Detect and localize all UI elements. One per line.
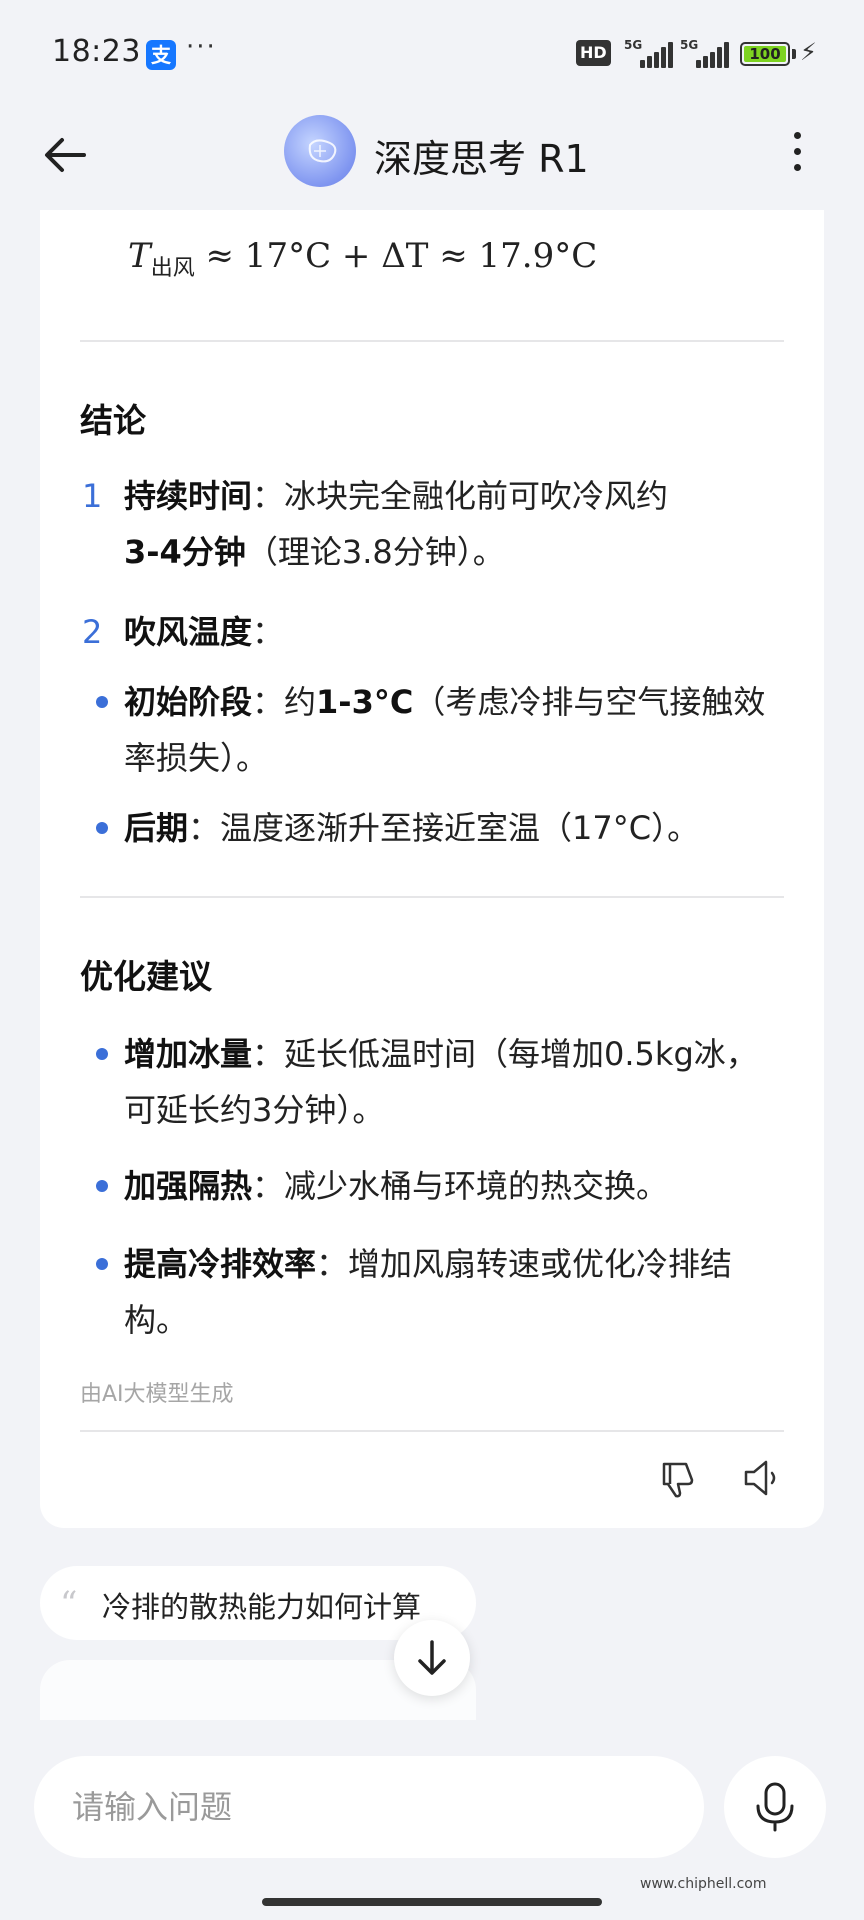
bullet-dot — [96, 1048, 108, 1060]
bullet-dot — [96, 696, 108, 708]
conclusion-item-duration: 持续时间：冰块完全融化前可吹冷风约 3-4分钟（理论3.8分钟）。 — [124, 468, 784, 580]
chat-header: 深度思考 R1 — [0, 110, 864, 200]
back-arrow-icon — [45, 138, 86, 172]
section-divider — [80, 896, 784, 898]
outlet-temperature-formula: T出风 ≈ 17°C + ΔT ≈ 17.9°C — [128, 236, 597, 282]
item-label: 初始阶段 — [124, 683, 253, 721]
question-input-box[interactable] — [34, 1756, 704, 1858]
charging-icon: ⚡ — [800, 38, 817, 66]
item-text-2: （理论3.8分钟）。 — [245, 533, 505, 571]
item-text: ： — [252, 613, 285, 651]
arrow-down-icon — [418, 1640, 446, 1675]
formula-variable: T — [128, 236, 151, 276]
watermark: www.chiphell.com — [640, 1876, 767, 1892]
item-label: 提高冷排效率 — [124, 1245, 317, 1283]
brain-avatar-icon — [284, 115, 356, 187]
list-number: 1 — [82, 477, 103, 515]
formula-rhs: ≈ 17°C + ΔT ≈ 17.9°C — [194, 236, 598, 276]
alipay-icon: 支 — [146, 40, 176, 70]
page-title: 深度思考 R1 — [374, 137, 589, 181]
bullet-dot — [96, 822, 108, 834]
item-label: 后期 — [124, 809, 189, 847]
bullet-dot — [96, 1258, 108, 1270]
battery-tip — [792, 49, 796, 59]
bullet-radiator-efficiency: 提高冷排效率：增加风扇转速或优化冷排结构。 — [124, 1236, 784, 1348]
home-indicator[interactable] — [262, 1898, 602, 1906]
more-menu-button[interactable] — [780, 128, 814, 178]
signal-icon-2 — [696, 42, 730, 68]
more-notifications-icon: ··· — [186, 32, 217, 62]
bullet-later-stage: 后期：温度逐渐升至接近室温（17°C）。 — [124, 800, 784, 856]
item-text: ：冰块完全融化前可吹冷风约 — [252, 477, 669, 515]
item-highlight: 3-4分钟 — [124, 533, 246, 571]
item-text: ：减少水桶与环境的热交换。 — [252, 1167, 669, 1205]
hd-voice-icon: HD — [576, 40, 611, 66]
scroll-to-bottom-button[interactable] — [394, 1620, 470, 1696]
status-bar: 18:23 支 ··· HD 5G 5G 100 ⚡ — [0, 0, 864, 110]
back-button[interactable] — [40, 130, 90, 180]
signal-icon — [640, 42, 674, 68]
conclusion-item-temperature: 吹风温度： — [124, 604, 784, 660]
microphone-icon — [756, 1782, 794, 1832]
bullet-initial-stage: 初始阶段：约1-3°C（考虑冷排与空气接触效率损失）。 — [124, 674, 784, 786]
voice-input-button[interactable] — [724, 1756, 826, 1858]
formula-subscript: 出风 — [150, 255, 195, 281]
actions-divider — [80, 1430, 784, 1432]
item-label: 持续时间 — [124, 477, 253, 515]
status-time: 18:23 — [52, 34, 141, 69]
dislike-button[interactable] — [656, 1456, 700, 1500]
conclusion-heading: 结论 — [80, 401, 146, 440]
thumbs-down-icon — [662, 1462, 694, 1498]
item-text: ：约 — [252, 683, 317, 721]
item-label: 吹风温度 — [124, 613, 253, 651]
question-input[interactable] — [70, 1778, 674, 1836]
suggested-question-text: 冷排的散热能力如何计算 — [102, 1590, 422, 1624]
bullet-increase-ice: 增加冰量：延长低温时间（每增加0.5kg冰，可延长约3分钟）。 — [124, 1026, 784, 1138]
battery-icon: 100 — [740, 42, 790, 66]
section-divider — [80, 340, 784, 342]
ai-generated-note: 由AI大模型生成 — [80, 1382, 234, 1407]
battery-level: 100 — [744, 46, 786, 63]
item-label: 加强隔热 — [124, 1167, 253, 1205]
optimization-heading: 优化建议 — [80, 957, 212, 996]
item-label: 增加冰量 — [124, 1035, 253, 1073]
list-number: 2 — [82, 613, 103, 651]
read-aloud-button[interactable] — [740, 1456, 784, 1500]
quote-icon: “ — [60, 1584, 78, 1624]
bullet-dot — [96, 1180, 108, 1192]
bullet-insulation: 加强隔热：减少水桶与环境的热交换。 — [124, 1158, 784, 1214]
item-highlight: 1-3°C — [316, 683, 414, 721]
speaker-icon — [744, 1460, 776, 1496]
item-text: ：温度逐渐升至接近室温（17°C）。 — [188, 809, 700, 847]
